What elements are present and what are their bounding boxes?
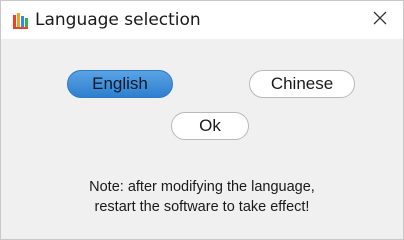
window-title: Language selection bbox=[35, 10, 201, 30]
note-line-1: Note: after modifying the language, bbox=[89, 179, 315, 195]
chinese-button[interactable]: Chinese bbox=[249, 70, 355, 98]
language-selection-dialog: Language selection English Chinese Ok No… bbox=[0, 0, 404, 240]
ok-button[interactable]: Ok bbox=[171, 112, 249, 140]
close-button[interactable] bbox=[357, 1, 403, 39]
close-icon bbox=[372, 10, 388, 31]
restart-note: Note: after modifying the language, rest… bbox=[21, 177, 383, 217]
title-bar: Language selection bbox=[1, 1, 403, 39]
dialog-body: English Chinese Ok Note: after modifying… bbox=[1, 39, 403, 239]
english-button[interactable]: English bbox=[67, 70, 173, 98]
note-line-2: restart the software to take effect! bbox=[94, 199, 310, 215]
app-logo-icon bbox=[13, 13, 29, 29]
